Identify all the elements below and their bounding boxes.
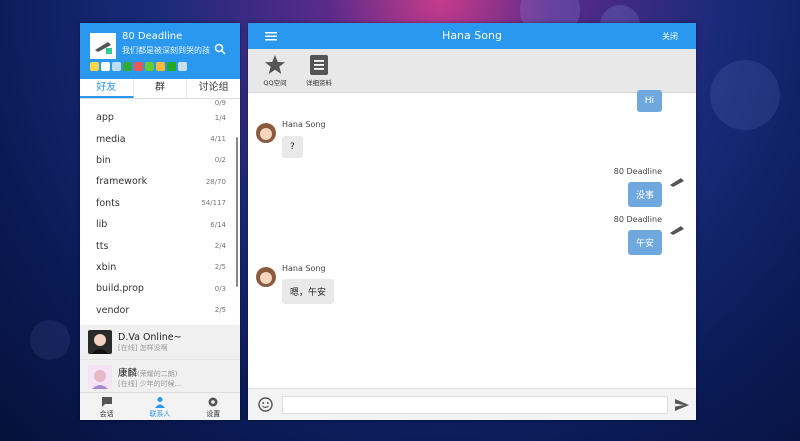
sender-name: Hana Song — [282, 120, 326, 129]
group-row[interactable]: xbin 2/5 — [80, 257, 240, 278]
chat-icon — [101, 397, 112, 407]
input-bar — [248, 388, 696, 420]
nav-conversations[interactable]: 会话 — [80, 393, 133, 420]
chat-header: Hana Song 关闭 — [248, 23, 696, 49]
contacts-panel: 80 Deadline 我们都是被深刻到哭的孩... 好友 群 讨论组 0/9 … — [80, 23, 240, 420]
chat-title: Hana Song — [442, 29, 502, 42]
scrollbar[interactable] — [236, 137, 238, 287]
gear-icon — [208, 397, 218, 407]
contact-tabs: 好友 群 讨论组 — [80, 79, 240, 99]
music-icon[interactable] — [167, 62, 176, 71]
gift-icon[interactable] — [156, 62, 165, 71]
sender-avatar — [256, 267, 276, 287]
group-list: 0/9 app 1/4 media 4/11 bin 0/2 framework 28/… — [80, 99, 240, 325]
group-row[interactable]: media 4/11 — [80, 128, 240, 149]
friend-name: D.Va Online~ — [118, 331, 182, 343]
group-row[interactable]: lib 6/14 — [80, 214, 240, 235]
flower-icon[interactable] — [134, 62, 143, 71]
my-name: 80 Deadline — [122, 31, 183, 42]
app-icon[interactable] — [145, 62, 154, 71]
friend-note: (荣耀的二朗) — [137, 370, 178, 378]
message-bubble: ? — [282, 136, 303, 158]
sender-name: 80 Deadline — [613, 215, 662, 224]
friend-avatar — [88, 330, 112, 354]
star-icon[interactable] — [90, 62, 99, 71]
group-row[interactable]: framework 28/70 — [80, 171, 240, 192]
tab-groups[interactable]: 群 — [134, 79, 188, 98]
sender-name: Hana Song — [282, 264, 326, 273]
message-bubble: 午安 — [627, 230, 662, 255]
my-avatar-icon — [668, 171, 688, 191]
group-row[interactable]: tts 2/4 — [80, 235, 240, 256]
person-icon — [154, 397, 165, 408]
group-row[interactable]: fonts 54/117 — [80, 193, 240, 214]
document-icon — [310, 55, 328, 75]
friend-status: [在线] 少年的时候... — [118, 380, 182, 388]
tag-icon[interactable] — [112, 62, 121, 71]
close-button[interactable]: 关闭 — [662, 31, 678, 42]
sender-avatar — [256, 123, 276, 143]
my-avatar[interactable] — [90, 33, 116, 59]
nav-contacts[interactable]: 联系人 — [133, 393, 186, 420]
group-row[interactable]: app 1/4 — [80, 107, 240, 128]
group-row[interactable]: bin 0/2 — [80, 150, 240, 171]
message-input[interactable] — [282, 396, 668, 414]
search-icon[interactable] — [214, 43, 226, 55]
tab-friends[interactable]: 好友 — [80, 79, 134, 98]
friend-status: [在线] 怎样没啊 — [118, 343, 168, 352]
my-signature: 我们都是被深刻到哭的孩... — [122, 46, 210, 55]
friend-item[interactable]: 康麟(荣耀的二朗) [在线] 少年的时候... — [80, 360, 240, 395]
wallet-icon[interactable] — [123, 62, 132, 71]
group-row[interactable]: build.prop 0/3 — [80, 278, 240, 299]
mail-icon[interactable] — [101, 62, 110, 71]
group-row[interactable]: vendor 2/5 — [80, 300, 240, 321]
group-row[interactable]: 0/9 — [80, 99, 240, 107]
bottom-nav: 会话 联系人 设置 — [80, 392, 240, 420]
message-bubble: 嗯，午安 — [282, 279, 335, 304]
message-bubble: Hi — [636, 90, 662, 112]
friend-item[interactable]: D.Va Online~ [在线] 怎样没啊 — [80, 325, 240, 360]
message-list: Hi Hana Song ? 80 Deadline 没事 80 Deadlin… — [248, 90, 696, 388]
profile-button[interactable]: 详细资料 — [302, 49, 336, 92]
nav-settings[interactable]: 设置 — [187, 393, 240, 420]
message-bubble: 没事 — [627, 182, 662, 207]
status-icons — [90, 62, 187, 71]
sender-name: 80 Deadline — [613, 167, 662, 176]
tab-discussions[interactable]: 讨论组 — [187, 79, 240, 98]
send-icon[interactable] — [674, 397, 690, 413]
bag-icon[interactable] — [178, 62, 187, 71]
friend-avatar — [88, 365, 112, 389]
chat-panel: Hana Song 关闭 QQ空间 详细资料 Hi Hana Song ? 80… — [248, 23, 696, 420]
qzone-button[interactable]: QQ空间 — [258, 49, 292, 92]
my-avatar-icon — [668, 219, 688, 239]
emoji-icon[interactable] — [258, 397, 273, 412]
star-icon — [265, 55, 285, 74]
profile-header: 80 Deadline 我们都是被深刻到哭的孩... — [80, 23, 240, 79]
friend-name: 康麟(荣耀的二朗) — [118, 368, 178, 379]
chat-toolbar: QQ空间 详细资料 — [248, 49, 696, 93]
